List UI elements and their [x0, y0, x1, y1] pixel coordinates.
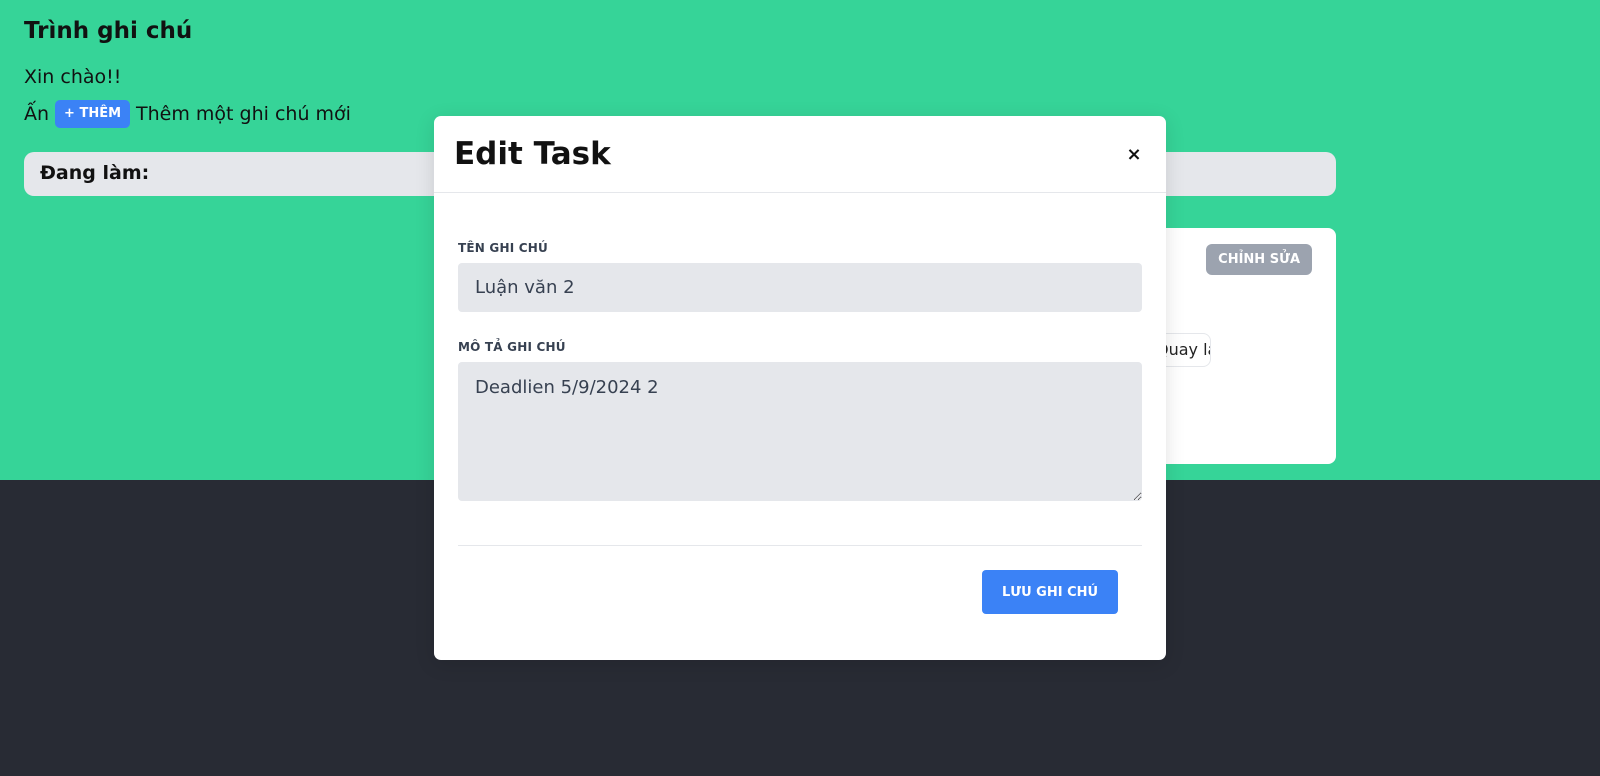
greeting-text: Xin chào!! [24, 66, 122, 88]
modal-title: Edit Task [454, 136, 611, 172]
hint-suffix: Thêm một ghi chú mới [136, 103, 351, 125]
note-description-textarea[interactable]: Deadlien 5/9/2024 2 [458, 362, 1142, 501]
app-title: Trình ghi chú [24, 18, 193, 44]
add-hint: Ấn + THÊM Thêm một ghi chú mới [24, 100, 351, 128]
note-description-label: MÔ TẢ GHI CHÚ [458, 340, 566, 354]
modal-body: TÊN GHI CHÚ MÔ TẢ GHI CHÚ Deadlien 5/9/2… [434, 193, 1166, 636]
note-name-label: TÊN GHI CHÚ [458, 241, 548, 255]
edit-task-modal: Edit Task × TÊN GHI CHÚ MÔ TẢ GHI CHÚ De… [434, 116, 1166, 660]
modal-header: Edit Task × [434, 116, 1166, 193]
save-note-button[interactable]: LƯU GHI CHÚ [982, 570, 1118, 614]
edit-task-button[interactable]: CHỈNH SỬA [1206, 244, 1312, 275]
note-name-input[interactable] [458, 263, 1142, 312]
modal-footer: LƯU GHI CHÚ [458, 546, 1142, 636]
close-icon[interactable]: × [1122, 142, 1146, 166]
add-note-button[interactable]: + THÊM [55, 100, 131, 128]
hint-prefix: Ấn [24, 103, 50, 125]
